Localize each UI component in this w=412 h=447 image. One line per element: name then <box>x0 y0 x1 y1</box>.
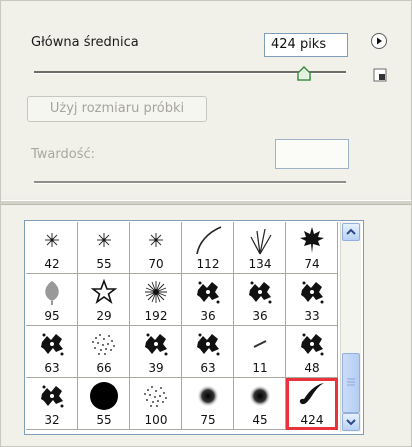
use-sample-size-button[interactable]: Użyj rozmiaru próbki <box>27 96 207 122</box>
brush-preset[interactable]: 36 <box>234 274 286 326</box>
hardness-label: Twardość: <box>31 147 96 162</box>
hard-round-icon <box>78 380 130 412</box>
texture-splatter-icon <box>26 328 78 360</box>
brush-size-label: 39 <box>148 361 164 375</box>
brush-size-label: 66 <box>96 361 112 375</box>
star-outline-icon <box>78 276 130 308</box>
brush-preset[interactable]: 63 <box>26 326 78 378</box>
flyout-menu-icon[interactable] <box>371 33 387 49</box>
brush-preset[interactable]: 39 <box>130 326 182 378</box>
brush-preset[interactable]: 112 <box>182 222 234 274</box>
brush-preset[interactable]: 66 <box>78 326 130 378</box>
small-stroke-icon <box>234 328 286 360</box>
brush-size-label: 63 <box>44 361 60 375</box>
brush-preset[interactable]: 33 <box>286 274 338 326</box>
brush-preset[interactable]: 45 <box>234 378 286 430</box>
scroll-thumb[interactable] <box>342 353 360 413</box>
brush-size-label: 55 <box>96 257 112 271</box>
brush-size-label: 100 <box>144 413 168 427</box>
star-small-icon <box>26 224 78 256</box>
brush-preset[interactable]: 32 <box>26 378 78 430</box>
brush-preset[interactable]: 192 <box>130 274 182 326</box>
master-diameter-slider-thumb[interactable] <box>296 66 312 82</box>
brush-preset[interactable]: 95 <box>26 274 78 326</box>
soft-round-icon <box>182 380 234 412</box>
brush-size-label: 33 <box>304 309 320 323</box>
brush-preset[interactable]: 55 <box>78 222 130 274</box>
brush-preset[interactable]: 55 <box>78 378 130 430</box>
brush-preset[interactable]: 74 <box>286 222 338 274</box>
brush-size-label: 55 <box>96 413 112 427</box>
brush-size-label: 70 <box>148 257 164 271</box>
new-preset-icon[interactable] <box>373 68 387 82</box>
brush-list-scrollbar[interactable] <box>340 222 361 432</box>
brush-preset[interactable]: 48 <box>286 326 338 378</box>
star-small-icon <box>78 224 130 256</box>
brush-preset[interactable]: 11 <box>234 326 286 378</box>
scroll-down-button[interactable] <box>342 413 360 431</box>
brush-size-label: 36 <box>252 309 268 323</box>
brush-stroke-icon <box>286 380 338 412</box>
brush-size-label: 29 <box>96 309 112 323</box>
brush-preset[interactable]: 134 <box>234 222 286 274</box>
chevron-up-icon <box>346 228 356 235</box>
grass-tuft-icon <box>234 224 286 256</box>
texture-splatter-icon <box>234 276 286 308</box>
brush-size-label: 42 <box>44 257 60 271</box>
brush-preset[interactable]: 29 <box>78 274 130 326</box>
brush-size-label: 112 <box>196 257 220 271</box>
brush-size-label: 48 <box>304 361 320 375</box>
grip-icon <box>347 378 355 386</box>
texture-splatter-icon <box>286 328 338 360</box>
maple-leaf-icon <box>286 224 338 256</box>
texture-splatter-icon <box>182 276 234 308</box>
brush-size-label: 32 <box>44 413 60 427</box>
brush-size-label: 45 <box>252 413 268 427</box>
brush-preset[interactable]: 42 <box>26 222 78 274</box>
star-small-icon <box>130 224 182 256</box>
brush-size-label: 74 <box>304 257 320 271</box>
brush-size-label: 11 <box>252 361 268 375</box>
texture-splatter-icon <box>286 276 338 308</box>
texture-splatter-icon <box>182 328 234 360</box>
brush-size-label: 36 <box>200 309 216 323</box>
panel-divider[interactable] <box>1 200 411 205</box>
brush-size-label: 134 <box>248 257 272 271</box>
brush-preset[interactable]: 75 <box>182 378 234 430</box>
brush-size-label: 192 <box>144 309 168 323</box>
chevron-down-icon <box>346 419 356 426</box>
grass-blade-icon <box>182 224 234 256</box>
brush-preset-grid: 42 55 70 112 134 74 95 29 192 36 36 33 63 66 39 63 11 48 3… <box>26 222 338 430</box>
brush-preset[interactable]: 36 <box>182 274 234 326</box>
texture-splatter-icon <box>26 380 78 412</box>
master-diameter-label: Główna średnica <box>31 35 139 50</box>
starburst-icon <box>130 276 182 308</box>
soft-round-icon <box>234 380 286 412</box>
leaf-icon <box>26 276 78 308</box>
brush-size-label: 424 <box>300 413 324 427</box>
brush-preset[interactable]: 63 <box>182 326 234 378</box>
hardness-slider-track[interactable] <box>34 181 346 184</box>
hardness-input[interactable] <box>275 139 349 169</box>
brush-preset[interactable]: 70 <box>130 222 182 274</box>
master-diameter-input[interactable]: 424 piks <box>264 33 348 57</box>
noise-icon <box>130 380 182 412</box>
texture-splatter-icon <box>130 328 182 360</box>
brush-size-label: 95 <box>44 309 60 323</box>
noise-icon <box>78 328 130 360</box>
brush-size-label: 63 <box>200 361 216 375</box>
scroll-up-button[interactable] <box>342 223 360 241</box>
brush-size-label: 75 <box>200 413 216 427</box>
brush-preset[interactable]: 100 <box>130 378 182 430</box>
brush-preset-selected[interactable]: 424 <box>286 378 338 430</box>
